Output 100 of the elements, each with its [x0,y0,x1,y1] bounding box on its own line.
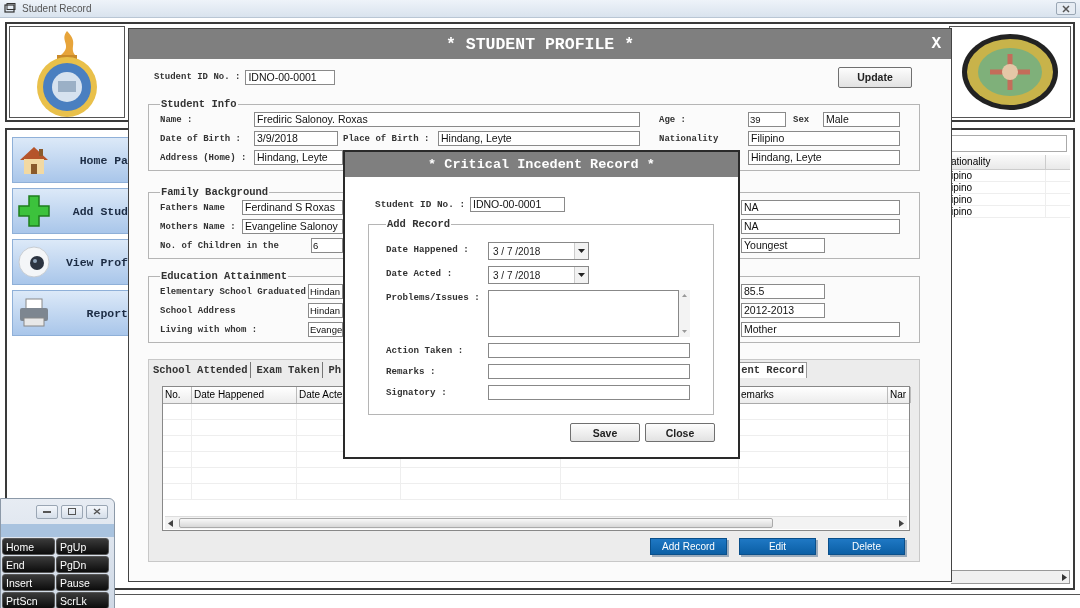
maximize-button[interactable] [61,504,83,519]
field-label: Date Happened : [386,243,470,257]
input-field[interactable] [488,343,690,358]
close-icon [92,508,102,516]
right-arrow-icon [899,519,904,527]
key[interactable]: Home [2,538,55,555]
tab[interactable]: ent Record [738,362,808,378]
group-title: Student Info [160,98,238,110]
key[interactable]: Pause [56,574,109,591]
input-field[interactable] [488,364,690,379]
maximize-icon [67,508,77,516]
edit-button[interactable]: Edit [739,538,816,555]
scrollbar-thumb[interactable] [179,518,773,528]
window-title: Student Record [22,3,92,14]
dialog-title: * Critical Incedent Record * [428,157,655,172]
text-area[interactable] [488,290,679,337]
column-header: No. [163,387,192,403]
column-header: Nar [888,387,911,403]
input-field[interactable]: Hindang, Leyte [254,150,343,165]
up-arrow-icon [682,294,687,297]
input-field[interactable]: NA [741,200,900,215]
dropdown-button[interactable] [574,243,588,259]
tab[interactable]: Exam Taken [254,362,323,378]
window-title: * STUDENT PROFILE * [445,34,635,54]
close-button[interactable]: X [929,35,943,53]
minimize-button[interactable] [36,504,58,519]
column-header: Date Happened [192,387,297,403]
close-icon [1061,4,1071,13]
printer-icon [17,296,51,330]
add-record-button[interactable]: Add Record [650,538,727,555]
search-field[interactable] [951,135,1067,152]
field-label: School Address [160,305,237,316]
input-field[interactable]: Hindan [308,303,343,318]
input-field[interactable]: Evangeline Salonoy [242,219,343,234]
input-field[interactable]: IDNO-00-0001 [245,69,336,85]
caret-icon [578,249,585,253]
field-label: Fathers Name [160,202,226,213]
field-label: Living with whom : [160,324,259,335]
field-label: Action Taken : [386,344,465,358]
close-button[interactable]: Close [645,423,715,442]
field-label: Date of Birth : [160,133,242,144]
down-arrow-icon [682,330,687,333]
input-field[interactable]: Hindang, Leyte [438,131,640,146]
input-field[interactable]: Filipino [748,131,900,146]
left-arrow-icon [168,519,173,527]
sidebar-button[interactable]: View Prof [12,239,128,285]
update-button[interactable]: Update [838,66,912,88]
input-field[interactable]: Evange [308,322,343,337]
field-label: Student ID No. : [154,72,241,82]
field-label: Nationality [659,133,720,144]
round-seal-icon [960,32,1060,112]
key[interactable]: PgDn [56,556,109,573]
input-field[interactable]: IDNO-00-0001 [470,196,565,212]
sidebar-button[interactable]: Home Pa [12,137,128,183]
plus-icon [17,194,51,228]
key[interactable]: PrtScn [2,592,55,608]
input-field[interactable]: Hindang, Leyte [748,150,900,165]
webcam-icon [17,245,51,279]
field-label: Mothers Name : [160,221,237,232]
field-label: Remarks : [386,365,437,379]
sidebar-button[interactable]: Report [12,290,128,336]
input-field[interactable]: Hindan [308,284,343,299]
input-field[interactable]: Youngest [741,238,825,253]
input-field[interactable]: 39 [748,112,786,127]
field-label: No. of Children in the [160,240,280,251]
input-field[interactable]: 3/9/2018 [254,131,338,146]
input-field[interactable]: Ferdinand S Roxas [242,200,343,215]
input-field[interactable]: Mother [741,322,900,337]
input-field[interactable]: NA [741,219,900,234]
key[interactable]: ScrLk [56,592,109,608]
field-label: Age : [659,114,687,125]
input-field[interactable]: 6 [311,238,343,253]
key[interactable]: PgUp [56,538,109,555]
close-button[interactable] [1056,2,1076,15]
date-picker[interactable]: 3 / 7 /2018 [488,242,589,260]
field-label: Elementary School Graduated [160,286,307,297]
field-label: Problems/Issues : [386,291,481,305]
date-picker[interactable]: 3 / 7 /2018 [488,266,589,284]
close-button[interactable] [86,504,108,519]
right-arrow-icon [1061,573,1067,581]
input-field[interactable]: 85.5 [741,284,825,299]
input-field[interactable]: Frediric Salonoy. Roxas [254,112,640,127]
caret-icon [578,273,585,277]
delete-button[interactable]: Delete [828,538,905,555]
group-title: Add Record [386,218,451,230]
input-field[interactable]: 2012-2013 [741,303,825,318]
input-field[interactable]: Male [823,112,900,127]
field-label: Name : [160,114,194,125]
field-label: Sex [793,114,811,125]
field-label: Address (Home) : [160,152,248,163]
save-button[interactable]: Save [570,423,640,442]
sidebar-button[interactable]: Add Stud [12,188,128,234]
field-label: Student ID No. : [375,198,465,210]
dropdown-button[interactable] [574,267,588,283]
key[interactable]: Insert [2,574,55,591]
minimize-icon [42,508,52,516]
input-field[interactable] [488,385,690,400]
key[interactable]: End [2,556,55,573]
tab[interactable]: School Attended [151,362,251,378]
field-label: Place of Birth : [343,133,431,144]
